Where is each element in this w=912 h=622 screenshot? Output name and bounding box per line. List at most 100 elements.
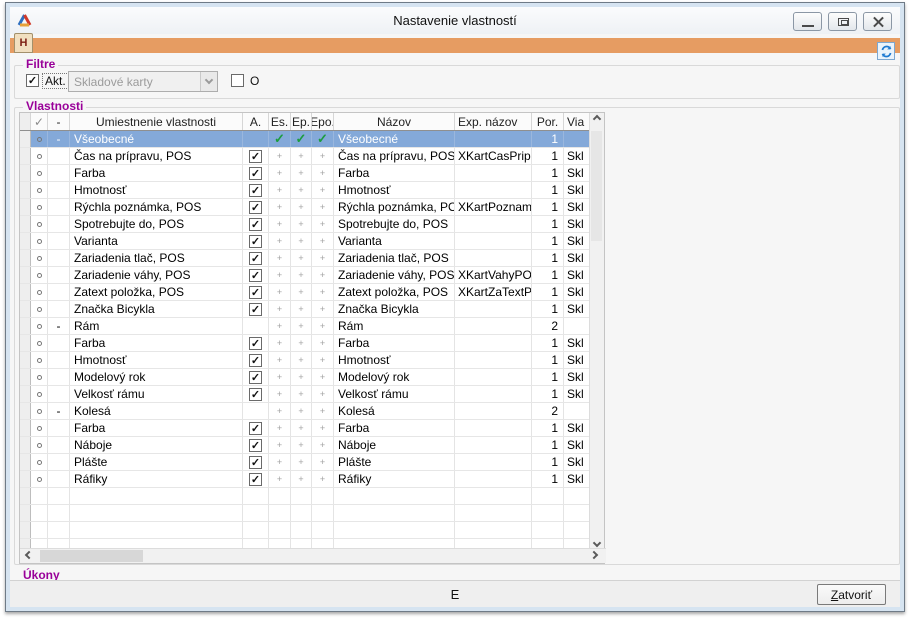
active-checkbox[interactable]: ✓ bbox=[249, 439, 262, 452]
scroll-right-icon[interactable] bbox=[590, 551, 598, 559]
table-row[interactable]: Hmotnosť✓+++Hmotnosť1Skl bbox=[20, 182, 590, 199]
row-handle[interactable] bbox=[20, 437, 31, 453]
table-row-empty[interactable] bbox=[20, 522, 590, 539]
table-row-group[interactable]: -Kolesá+++Kolesá2 bbox=[20, 403, 590, 420]
column-header-via[interactable]: Via bbox=[564, 113, 590, 130]
table-row[interactable]: Rýchla poznámka, POS✓+++Rýchla poznámka,… bbox=[20, 199, 590, 216]
column-header-ep[interactable]: Ep. bbox=[291, 113, 312, 130]
active-checkbox[interactable]: ✓ bbox=[249, 184, 262, 197]
h-scroll-thumb[interactable] bbox=[40, 550, 143, 562]
group-toggle-cell[interactable]: - bbox=[48, 403, 70, 419]
table-row[interactable]: Velkosť rámu✓+++Velkosť rámu1Skl bbox=[20, 386, 590, 403]
active-checkbox[interactable]: ✓ bbox=[249, 354, 262, 367]
table-row-group[interactable]: -Všeobecné✓✓✓Všeobecné1 bbox=[20, 131, 590, 148]
table-row[interactable]: Zatext položka, POS✓+++Zatext položka, P… bbox=[20, 284, 590, 301]
active-checkbox[interactable]: ✓ bbox=[249, 286, 262, 299]
column-header-epo[interactable]: Epo. bbox=[312, 113, 334, 130]
group-toggle-cell[interactable]: - bbox=[48, 318, 70, 334]
row-handle[interactable] bbox=[20, 505, 31, 521]
row-handle[interactable] bbox=[20, 522, 31, 538]
active-checkbox[interactable]: ✓ bbox=[249, 456, 262, 469]
active-checkbox[interactable]: ✓ bbox=[249, 473, 262, 486]
active-checkbox[interactable]: ✓ bbox=[249, 422, 262, 435]
scroll-down-icon[interactable] bbox=[593, 539, 601, 547]
row-handle[interactable] bbox=[20, 199, 31, 215]
row-handle[interactable] bbox=[20, 165, 31, 181]
table-row[interactable]: Farba✓+++Farba1Skl bbox=[20, 335, 590, 352]
column-header-a[interactable]: A. bbox=[243, 113, 269, 130]
row-handle[interactable] bbox=[20, 369, 31, 385]
row-handle[interactable] bbox=[20, 182, 31, 198]
row-handle[interactable] bbox=[20, 454, 31, 470]
v-scroll-thumb[interactable] bbox=[591, 131, 602, 241]
active-checkbox[interactable]: ✓ bbox=[249, 337, 262, 350]
active-checkbox[interactable]: ✓ bbox=[249, 388, 262, 401]
close-button[interactable]: Zatvoriť bbox=[817, 584, 886, 605]
cell-es: + bbox=[269, 250, 291, 266]
row-handle[interactable] bbox=[20, 539, 31, 548]
row-handle[interactable] bbox=[20, 386, 31, 402]
table-row-group[interactable]: -Rám+++Rám2 bbox=[20, 318, 590, 335]
column-header-por[interactable]: Por. bbox=[532, 113, 564, 130]
scroll-left-icon[interactable] bbox=[25, 551, 33, 559]
table-row-empty[interactable] bbox=[20, 505, 590, 522]
table-row[interactable]: Značka Bicykla✓+++Značka Bicykla1Skl bbox=[20, 301, 590, 318]
active-checkbox[interactable]: ✓ bbox=[249, 218, 262, 231]
active-checkbox[interactable]: ✓ bbox=[249, 269, 262, 282]
table-row[interactable]: Čas na prípravu, POS✓+++Čas na prípravu,… bbox=[20, 148, 590, 165]
table-row[interactable]: Náboje✓+++Náboje1Skl bbox=[20, 437, 590, 454]
active-checkbox[interactable]: ✓ bbox=[249, 252, 262, 265]
akt-checkbox[interactable]: ✓ bbox=[26, 74, 39, 87]
tab-h[interactable]: H bbox=[14, 33, 33, 53]
table-row-empty[interactable] bbox=[20, 539, 590, 548]
column-header-naz[interactable]: Názov bbox=[334, 113, 455, 130]
minimize-button[interactable] bbox=[793, 12, 822, 31]
filter-type-select[interactable]: Skladové karty bbox=[68, 71, 218, 92]
close-window-button[interactable] bbox=[863, 12, 892, 31]
row-handle[interactable] bbox=[20, 318, 31, 334]
table-row[interactable]: Ráfiky✓+++Ráfiky1Skl bbox=[20, 471, 590, 488]
table-row[interactable]: Zariadenia tlač, POS✓+++Zariadenia tlač,… bbox=[20, 250, 590, 267]
row-handle[interactable] bbox=[20, 267, 31, 283]
table-row[interactable]: Farba✓+++Farba1Skl bbox=[20, 420, 590, 437]
group-toggle-cell[interactable]: - bbox=[48, 131, 70, 147]
row-handle[interactable] bbox=[20, 233, 31, 249]
active-checkbox[interactable]: ✓ bbox=[249, 303, 262, 316]
table-row[interactable]: Modelový rok✓+++Modelový rok1Skl bbox=[20, 369, 590, 386]
column-header-exp[interactable]: Exp. názov bbox=[455, 113, 532, 130]
row-handle[interactable] bbox=[20, 471, 31, 487]
row-handle[interactable] bbox=[20, 403, 31, 419]
row-handle[interactable] bbox=[20, 284, 31, 300]
active-checkbox[interactable]: ✓ bbox=[249, 150, 262, 163]
table-row[interactable]: Zariadenie váhy, POS✓+++Zariadenie váhy,… bbox=[20, 267, 590, 284]
row-handle[interactable] bbox=[20, 335, 31, 351]
row-handle[interactable] bbox=[20, 131, 31, 147]
table-row[interactable]: Spotrebujte do, POS✓+++Spotrebujte do, P… bbox=[20, 216, 590, 233]
table-row[interactable]: Plášte✓+++Plášte1Skl bbox=[20, 454, 590, 471]
table-row[interactable]: Varianta✓+++Varianta1Skl bbox=[20, 233, 590, 250]
titlebar[interactable]: Nastavenie vlastností bbox=[10, 7, 900, 34]
o-checkbox[interactable] bbox=[231, 74, 244, 87]
horizontal-scrollbar[interactable] bbox=[20, 548, 606, 563]
scroll-up-icon[interactable] bbox=[593, 115, 601, 123]
column-header-grp[interactable]: - bbox=[48, 113, 70, 130]
row-handle[interactable] bbox=[20, 148, 31, 164]
table-row[interactable]: Hmotnosť✓+++Hmotnosť1Skl bbox=[20, 352, 590, 369]
refresh-button[interactable] bbox=[877, 42, 895, 60]
active-checkbox[interactable]: ✓ bbox=[249, 371, 262, 384]
row-handle[interactable] bbox=[20, 216, 31, 232]
active-checkbox[interactable]: ✓ bbox=[249, 235, 262, 248]
active-checkbox[interactable]: ✓ bbox=[249, 167, 262, 180]
row-handle[interactable] bbox=[20, 420, 31, 436]
column-header-sel[interactable]: ✓ bbox=[31, 113, 48, 130]
maximize-button[interactable] bbox=[828, 12, 857, 31]
row-handle[interactable] bbox=[20, 352, 31, 368]
column-header-es[interactable]: Es. bbox=[269, 113, 291, 130]
row-handle[interactable] bbox=[20, 250, 31, 266]
table-row[interactable]: Farba✓+++Farba1Skl bbox=[20, 165, 590, 182]
row-handle[interactable] bbox=[20, 301, 31, 317]
active-checkbox[interactable]: ✓ bbox=[249, 201, 262, 214]
row-handle[interactable] bbox=[20, 488, 31, 504]
column-header-um[interactable]: Umiestnenie vlastnosti bbox=[70, 113, 243, 130]
table-row-empty[interactable] bbox=[20, 488, 590, 505]
